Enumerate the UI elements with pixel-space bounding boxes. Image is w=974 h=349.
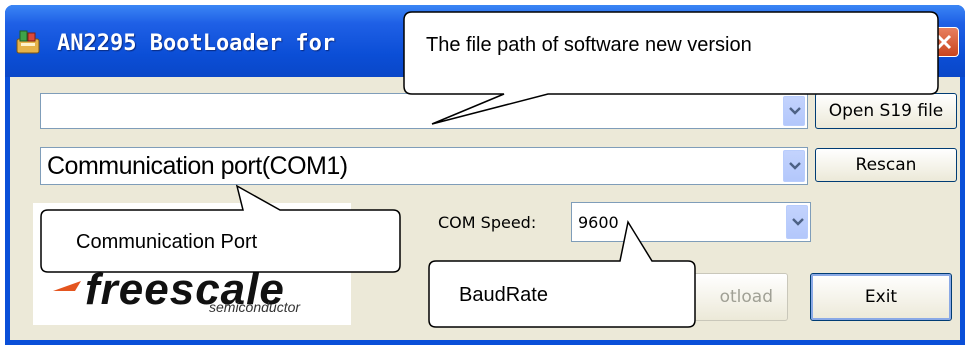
comm-port-callout-text: Communication Port <box>76 231 258 253</box>
baudrate-callout-text: BaudRate <box>459 284 548 306</box>
file-path-callout-text: The file path of software new version <box>426 34 752 56</box>
